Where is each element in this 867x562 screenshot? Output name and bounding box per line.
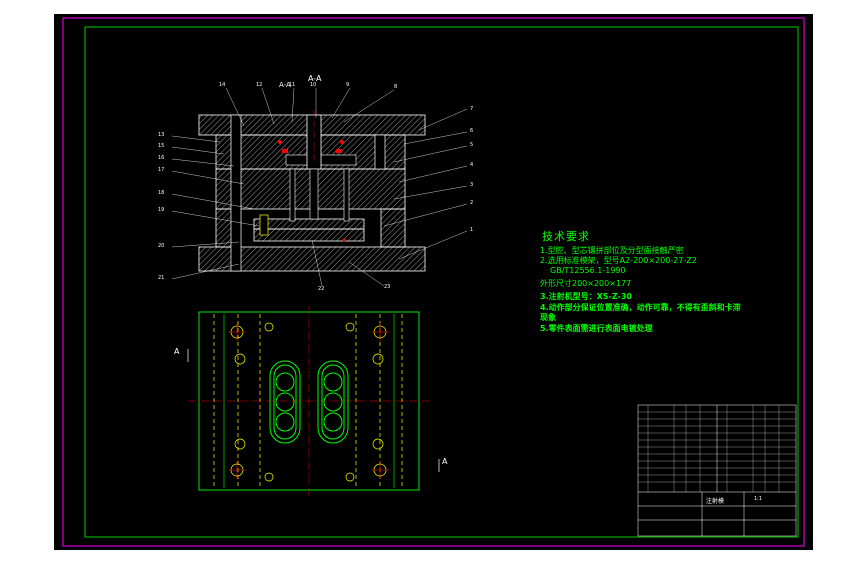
tech-req-title: 技术要求 — [542, 230, 590, 243]
cooling-hole — [278, 140, 282, 144]
drawing-name: 注射模 — [706, 498, 725, 505]
balloon: 18 — [158, 190, 165, 196]
gate-mark — [282, 149, 288, 153]
balloon: 6 — [470, 128, 474, 134]
ejector-pin-left — [289, 168, 296, 222]
screw-holes — [230, 322, 387, 482]
balloon: 8 — [394, 84, 398, 90]
tech-req-item: 外形尺寸200×200×177 — [540, 279, 632, 288]
balloon: 11 — [289, 82, 296, 88]
balloon: 15 — [158, 143, 165, 149]
spacer-block-right — [380, 208, 406, 248]
balloon: 20 — [158, 243, 165, 249]
balloon: 9 — [346, 82, 350, 88]
balloon: 23 — [384, 284, 391, 290]
plan-view — [187, 306, 440, 496]
balloon: 14 — [219, 82, 226, 88]
tech-req-item: 1.型腔、型芯镶拼部位及分型面接触严密 — [540, 246, 684, 255]
balloon: 13 — [158, 132, 165, 138]
sprue-puller — [309, 168, 319, 220]
balloon: 3 — [470, 182, 474, 188]
section-view: A-A — [171, 81, 468, 287]
drawing-scale: 1:1 — [754, 496, 763, 502]
tech-req-item: 5.零件表面需进行表面电镀处理 — [540, 324, 653, 333]
balloon: 22 — [318, 286, 325, 292]
balloon: 7 — [470, 106, 474, 112]
ejector-plate — [253, 228, 365, 242]
return-pin — [259, 214, 269, 236]
gate-mark — [336, 149, 342, 153]
balloon: 10 — [310, 82, 317, 88]
outer-frame — [62, 17, 805, 547]
balloon: 21 — [158, 275, 165, 281]
tech-req-item: GB/T12556.1-1990 — [550, 266, 626, 275]
ejector-pin-right — [343, 168, 350, 222]
drawing-canvas[interactable]: A-A — [54, 14, 813, 550]
cooling-hole — [342, 238, 346, 242]
balloon: 4 — [470, 162, 474, 168]
view-marker-label-right: A — [442, 457, 448, 466]
tech-req-item: 4.动作部分保证位置准确，动作可靠，不得有歪斜和卡滞 — [540, 303, 741, 312]
cooling-hole — [340, 140, 344, 144]
balloon: 2 — [470, 200, 474, 206]
window-title-strip — [0, 0, 867, 14]
tech-req-item: 3.注射机型号：XS-Z-30 — [540, 292, 632, 301]
view-marker-label-left: A — [174, 347, 180, 356]
title-block — [637, 404, 797, 537]
guide-pin-right — [374, 134, 386, 170]
guide-pin-left — [230, 114, 242, 272]
balloon: 5 — [470, 142, 474, 148]
tech-req-item: 2.选用标准模架，型号A2-200×200-27-Z2 — [540, 256, 697, 265]
balloon: 19 — [158, 207, 165, 213]
tech-req-item: 现象 — [540, 313, 556, 322]
balloon: 1 — [470, 227, 474, 233]
balloon: 17 — [158, 167, 165, 173]
balloon: 16 — [158, 155, 165, 161]
cad-viewport[interactable]: A-A A-A 14 12 11 10 9 8 7 6 5 4 3 2 1 13… — [54, 14, 813, 550]
balloon: 12 — [256, 82, 263, 88]
